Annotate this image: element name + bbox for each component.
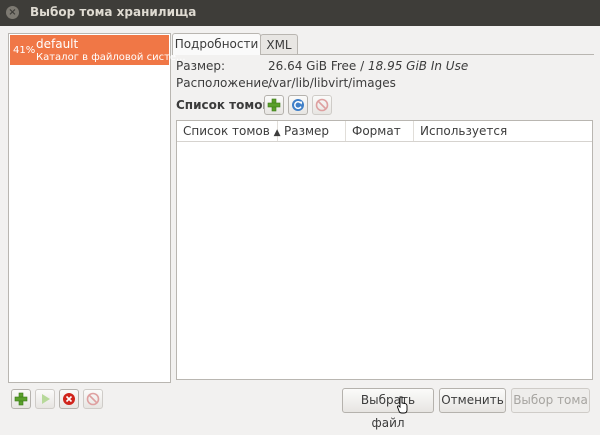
volume-table[interactable]: Список томов ▲ Размер Формат Используетс…: [176, 120, 593, 380]
refresh-icon: [292, 99, 304, 111]
column-name-label: Список томов: [183, 124, 270, 138]
pool-item-default[interactable]: 41% default Каталог в файловой систе...: [10, 35, 186, 65]
column-header-format[interactable]: Формат: [346, 121, 414, 141]
pool-list[interactable]: 41% default Каталог в файловой систе...: [8, 33, 186, 383]
plus-icon: [267, 98, 281, 112]
delete-pool-button[interactable]: [83, 389, 103, 409]
cancel-button[interactable]: Отменить: [439, 388, 506, 413]
add-pool-button[interactable]: [11, 389, 31, 409]
location-label: Расположение:: [176, 76, 273, 90]
stop-pool-button[interactable]: [59, 389, 79, 409]
size-free: 26.64 GiB Free: [268, 59, 357, 73]
tab-xml[interactable]: XML: [260, 34, 298, 55]
column-header-size[interactable]: Размер: [278, 121, 346, 141]
add-volume-button[interactable]: [264, 95, 284, 115]
mouse-cursor-icon: [397, 396, 408, 414]
plus-icon: [14, 392, 28, 406]
pool-usage-percent: 41%: [13, 45, 36, 56]
pool-name: default: [36, 37, 79, 51]
start-pool-button[interactable]: [35, 389, 55, 409]
volume-list-label: Список томов: [176, 98, 271, 112]
size-label: Размер:: [176, 59, 226, 73]
browse-local-button[interactable]: Выбрать файл: [342, 388, 434, 430]
size-value: 26.64 GiB Free / 18.95 GiB In Use: [268, 59, 468, 73]
stop-icon: [63, 393, 75, 405]
volume-table-header: Список томов ▲ Размер Формат Используетс…: [177, 121, 592, 142]
column-header-name[interactable]: Список томов ▲: [177, 121, 281, 141]
delete-icon: [86, 392, 100, 406]
close-icon[interactable]: ×: [6, 6, 19, 19]
column-header-used-by[interactable]: Используется: [414, 121, 592, 141]
delete-volume-button[interactable]: [312, 95, 332, 115]
size-separator: /: [356, 59, 368, 73]
refresh-volumes-button[interactable]: [288, 95, 308, 115]
pool-description: Каталог в файловой систе...: [36, 52, 186, 63]
window-title: Выбор тома хранилища: [30, 5, 197, 19]
storage-volume-dialog: × Выбор тома хранилища 41% default Катал…: [0, 0, 600, 430]
play-icon: [42, 394, 50, 404]
tab-details[interactable]: Подробности: [172, 33, 261, 55]
delete-icon: [315, 98, 329, 112]
size-used: 18.95 GiB In Use: [367, 59, 469, 73]
choose-volume-button[interactable]: Выбор тома: [511, 388, 590, 413]
tab-divider: [260, 54, 594, 55]
title-bar: × Выбор тома хранилища: [0, 0, 600, 26]
location-value: /var/lib/libvirt/images: [268, 76, 396, 90]
